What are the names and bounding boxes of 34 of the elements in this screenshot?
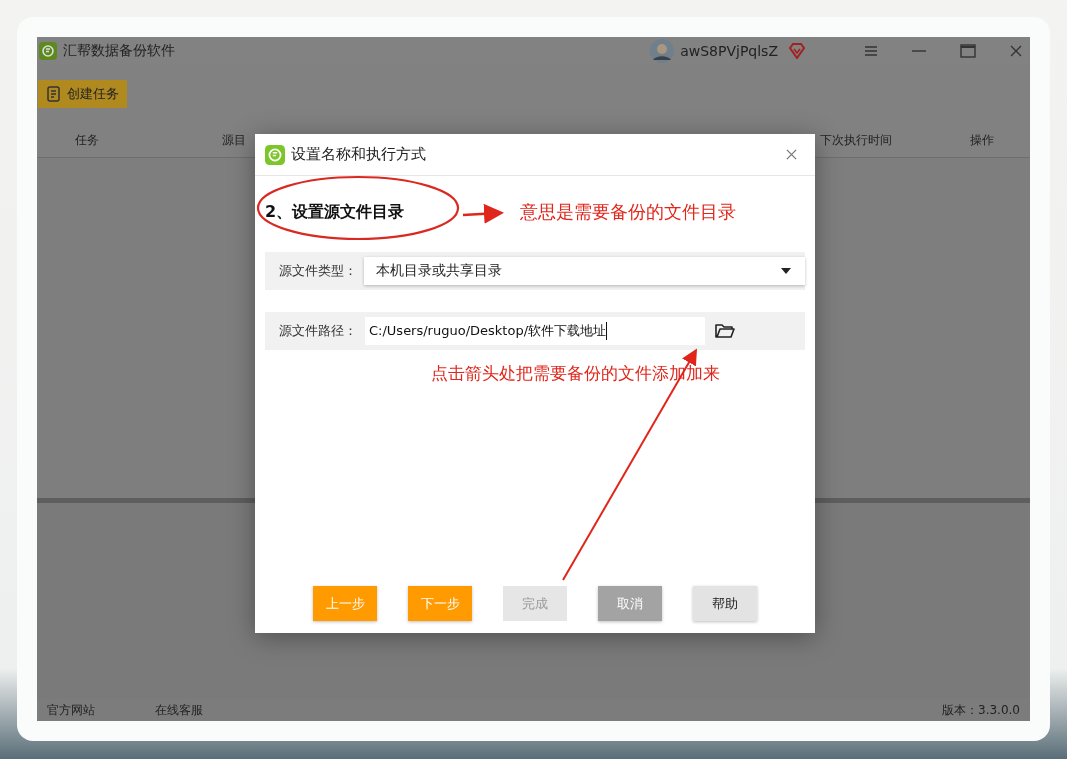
column-header: 源目 bbox=[222, 132, 247, 149]
folder-icon[interactable] bbox=[715, 323, 735, 339]
path-input-field[interactable]: C:/Users/ruguo/Desktop/软件下载地址 bbox=[365, 317, 705, 345]
column-header: 下次执行时间 bbox=[820, 132, 893, 149]
app-title: 汇帮数据备份软件 bbox=[63, 41, 175, 60]
user-name[interactable]: awS8PVjPqlsZ bbox=[680, 42, 778, 59]
diamond-icon[interactable] bbox=[788, 42, 806, 59]
dialog-button[interactable]: 上一步 bbox=[313, 586, 377, 621]
minimize-icon[interactable] bbox=[912, 49, 926, 52]
caret-icon bbox=[781, 268, 791, 274]
app-logo-icon bbox=[39, 41, 57, 60]
avatar-icon bbox=[650, 38, 675, 63]
menu-icon[interactable] bbox=[864, 44, 878, 57]
column-header: 任务 bbox=[74, 132, 100, 149]
status-text[interactable]: 版本：3.3.0.0 bbox=[942, 701, 1020, 719]
dialog-title: 设置名称和执行方式 bbox=[291, 145, 426, 164]
app-logo-icon bbox=[265, 144, 285, 165]
annotation-arrow bbox=[462, 203, 504, 224]
maximize-icon[interactable] bbox=[960, 43, 976, 58]
dialog-button[interactable]: 帮助 bbox=[693, 586, 757, 621]
create-task-button[interactable]: 创建任务 bbox=[38, 80, 127, 108]
close-icon[interactable] bbox=[1010, 44, 1022, 57]
status-text[interactable]: 官方网站 bbox=[47, 701, 95, 719]
task-list-icon bbox=[46, 86, 62, 102]
dialog-button[interactable]: 取消 bbox=[598, 586, 662, 621]
status-text[interactable]: 在线客服 bbox=[155, 701, 203, 719]
column-header: 操作 bbox=[970, 132, 995, 149]
field-label: 源文件路径： bbox=[279, 322, 358, 340]
field-label: 源文件类型： bbox=[279, 262, 358, 280]
source-type-dropdown[interactable]: 本机目录或共享目录 bbox=[364, 257, 805, 285]
annotation-text: 意思是需要备份的文件目录 bbox=[520, 200, 736, 224]
dialog-button[interactable]: 下一步 bbox=[408, 586, 472, 621]
step-heading: 2、设置源文件目录 bbox=[265, 201, 406, 223]
close-icon[interactable] bbox=[786, 149, 797, 160]
